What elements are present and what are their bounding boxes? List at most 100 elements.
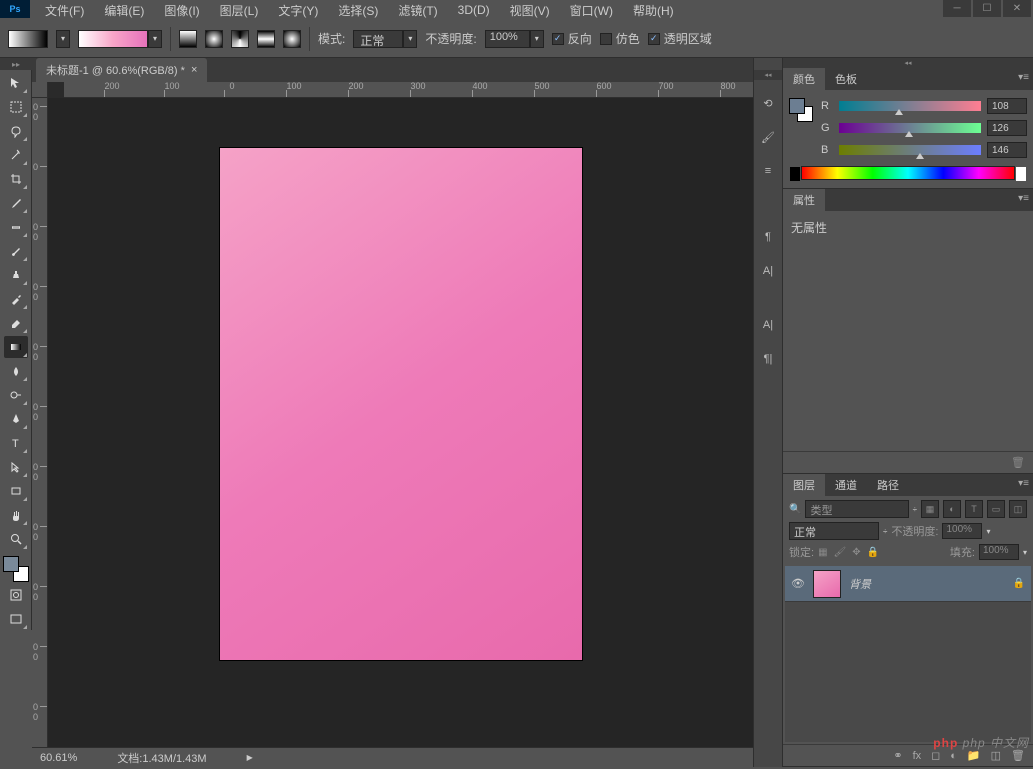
canvas[interactable] xyxy=(220,148,582,660)
diamond-gradient-button[interactable] xyxy=(283,30,301,48)
menu-select[interactable]: 选择(S) xyxy=(328,0,388,21)
path-selection-tool[interactable] xyxy=(4,456,28,478)
history-brush-tool[interactable] xyxy=(4,288,28,310)
layers-tab[interactable]: 图层 xyxy=(783,474,825,496)
lock-all-icon[interactable]: 🔒 xyxy=(867,547,879,558)
horizontal-ruler[interactable]: 200 100 0 100 200 300 400 500 600 700 80… xyxy=(64,82,753,98)
lock-position-icon[interactable]: ✥ xyxy=(852,547,860,558)
menu-window[interactable]: 窗口(W) xyxy=(560,0,623,21)
marquee-tool[interactable] xyxy=(4,96,28,118)
filter-pixel-icon[interactable]: ▦ xyxy=(921,500,939,518)
linear-gradient-button[interactable] xyxy=(179,30,197,48)
menu-edit[interactable]: 编辑(E) xyxy=(94,0,154,21)
status-menu-arrow[interactable]: ▶ xyxy=(247,753,253,762)
lock-icon[interactable]: 🔒 xyxy=(1013,578,1025,589)
zoom-level[interactable]: 60.61% xyxy=(40,752,77,764)
magic-wand-tool[interactable] xyxy=(4,144,28,166)
channels-tab[interactable]: 通道 xyxy=(825,474,867,496)
eraser-tool[interactable] xyxy=(4,312,28,334)
vertical-ruler[interactable]: 1 0 0 0 1 0 0 2 0 0 3 0 0 4 0 0 5 0 0 6 … xyxy=(32,98,48,747)
layer-name[interactable]: 背景 xyxy=(849,576,1005,592)
brushes-icon[interactable]: ≡ xyxy=(757,160,779,182)
color-tab[interactable]: 颜色 xyxy=(783,68,825,90)
link-layers-icon[interactable]: ⚭ xyxy=(893,749,902,762)
transparency-checkbox[interactable]: ✓ xyxy=(648,33,660,45)
gradient-editor[interactable] xyxy=(78,30,148,48)
reverse-checkbox[interactable]: ✓ xyxy=(552,33,564,45)
toolbox-collapse[interactable]: ▸▸ xyxy=(0,58,32,70)
mode-dropdown-arrow[interactable]: ▾ xyxy=(403,30,417,48)
document-tab[interactable]: 未标题-1 @ 60.6%(RGB/8) * × xyxy=(36,58,207,82)
brush-presets-icon[interactable]: 🖌 xyxy=(757,126,779,148)
b-value[interactable]: 146 xyxy=(987,142,1027,158)
foreground-color[interactable] xyxy=(3,556,19,572)
visibility-toggle-icon[interactable]: 👁 xyxy=(791,577,805,590)
screen-mode-toggle[interactable] xyxy=(4,608,28,630)
panel-menu-icon[interactable]: ▾≡ xyxy=(1018,193,1029,204)
layer-thumbnail[interactable] xyxy=(813,570,841,598)
r-slider[interactable] xyxy=(839,101,981,111)
close-icon[interactable]: × xyxy=(191,64,197,76)
menu-3d[interactable]: 3D(D) xyxy=(448,1,500,19)
lock-transparency-icon[interactable]: ▦ xyxy=(818,547,827,558)
radial-gradient-button[interactable] xyxy=(205,30,223,48)
zoom-tool[interactable] xyxy=(4,528,28,550)
filter-adjust-icon[interactable]: ◐ xyxy=(943,500,961,518)
dither-checkbox[interactable] xyxy=(600,33,612,45)
layer-filter-type[interactable]: 类型 xyxy=(805,500,908,518)
g-slider[interactable] xyxy=(839,123,981,133)
layer-fill-input[interactable]: 100% xyxy=(979,544,1019,560)
color-preview[interactable] xyxy=(789,98,813,122)
healing-brush-tool[interactable] xyxy=(4,216,28,238)
preset-dropdown-arrow[interactable]: ▾ xyxy=(56,30,70,48)
ruler-origin[interactable] xyxy=(32,82,48,98)
menu-view[interactable]: 视图(V) xyxy=(500,0,560,21)
lasso-tool[interactable] xyxy=(4,120,28,142)
minimize-button[interactable]: ─ xyxy=(943,0,971,17)
menu-image[interactable]: 图像(I) xyxy=(154,0,209,21)
layer-blend-mode[interactable]: 正常 xyxy=(789,522,879,540)
gradient-preset-picker[interactable] xyxy=(8,30,48,48)
color-swatches[interactable] xyxy=(3,556,29,582)
opacity-input[interactable]: 100% xyxy=(485,30,530,48)
close-button[interactable]: ✕ xyxy=(1003,0,1031,17)
lock-pixels-icon[interactable]: 🖌 xyxy=(834,547,847,558)
blur-tool[interactable] xyxy=(4,360,28,382)
menu-type[interactable]: 文字(Y) xyxy=(268,0,328,21)
adjustment-layer-icon[interactable]: ◐ xyxy=(950,750,957,762)
properties-tab[interactable]: 属性 xyxy=(783,189,825,211)
gradient-dropdown-arrow[interactable]: ▾ xyxy=(148,30,162,48)
hand-tool[interactable] xyxy=(4,504,28,526)
paragraph-panel-icon[interactable]: A| xyxy=(757,260,779,282)
swatches-tab[interactable]: 色板 xyxy=(825,68,867,90)
r-value[interactable]: 108 xyxy=(987,98,1027,114)
crop-tool[interactable] xyxy=(4,168,28,190)
menu-layer[interactable]: 图层(L) xyxy=(210,0,269,21)
paths-tab[interactable]: 路径 xyxy=(867,474,909,496)
filter-type-icon[interactable]: T xyxy=(965,500,983,518)
g-value[interactable]: 126 xyxy=(987,120,1027,136)
rectangle-tool[interactable] xyxy=(4,480,28,502)
color-ramp[interactable] xyxy=(801,166,1015,180)
menu-filter[interactable]: 滤镜(T) xyxy=(388,0,447,21)
b-slider[interactable] xyxy=(839,145,981,155)
opacity-dropdown-arrow[interactable]: ▾ xyxy=(530,30,544,48)
move-tool[interactable] xyxy=(4,72,28,94)
paragraph-styles-icon[interactable]: A| xyxy=(757,314,779,336)
eyedropper-tool[interactable] xyxy=(4,192,28,214)
layer-style-icon[interactable]: fx xyxy=(913,750,922,762)
blend-mode-select[interactable]: 正常 xyxy=(353,30,403,48)
quick-mask-toggle[interactable] xyxy=(4,584,28,606)
panel-menu-icon[interactable]: ▾≡ xyxy=(1018,478,1029,489)
filter-shape-icon[interactable]: ▭ xyxy=(987,500,1005,518)
panel-menu-icon[interactable]: ▾≡ xyxy=(1018,72,1029,83)
angle-gradient-button[interactable] xyxy=(231,30,249,48)
panel-collapse[interactable]: ◂◂ xyxy=(783,58,1033,68)
layer-opacity-input[interactable]: 100% xyxy=(942,523,982,539)
dodge-tool[interactable] xyxy=(4,384,28,406)
pen-tool[interactable] xyxy=(4,408,28,430)
menu-file[interactable]: 文件(F) xyxy=(35,0,94,21)
layer-item[interactable]: 👁 背景 🔒 xyxy=(785,566,1031,602)
type-tool[interactable]: T xyxy=(4,432,28,454)
trash-icon[interactable]: 🗑 xyxy=(1011,456,1025,469)
